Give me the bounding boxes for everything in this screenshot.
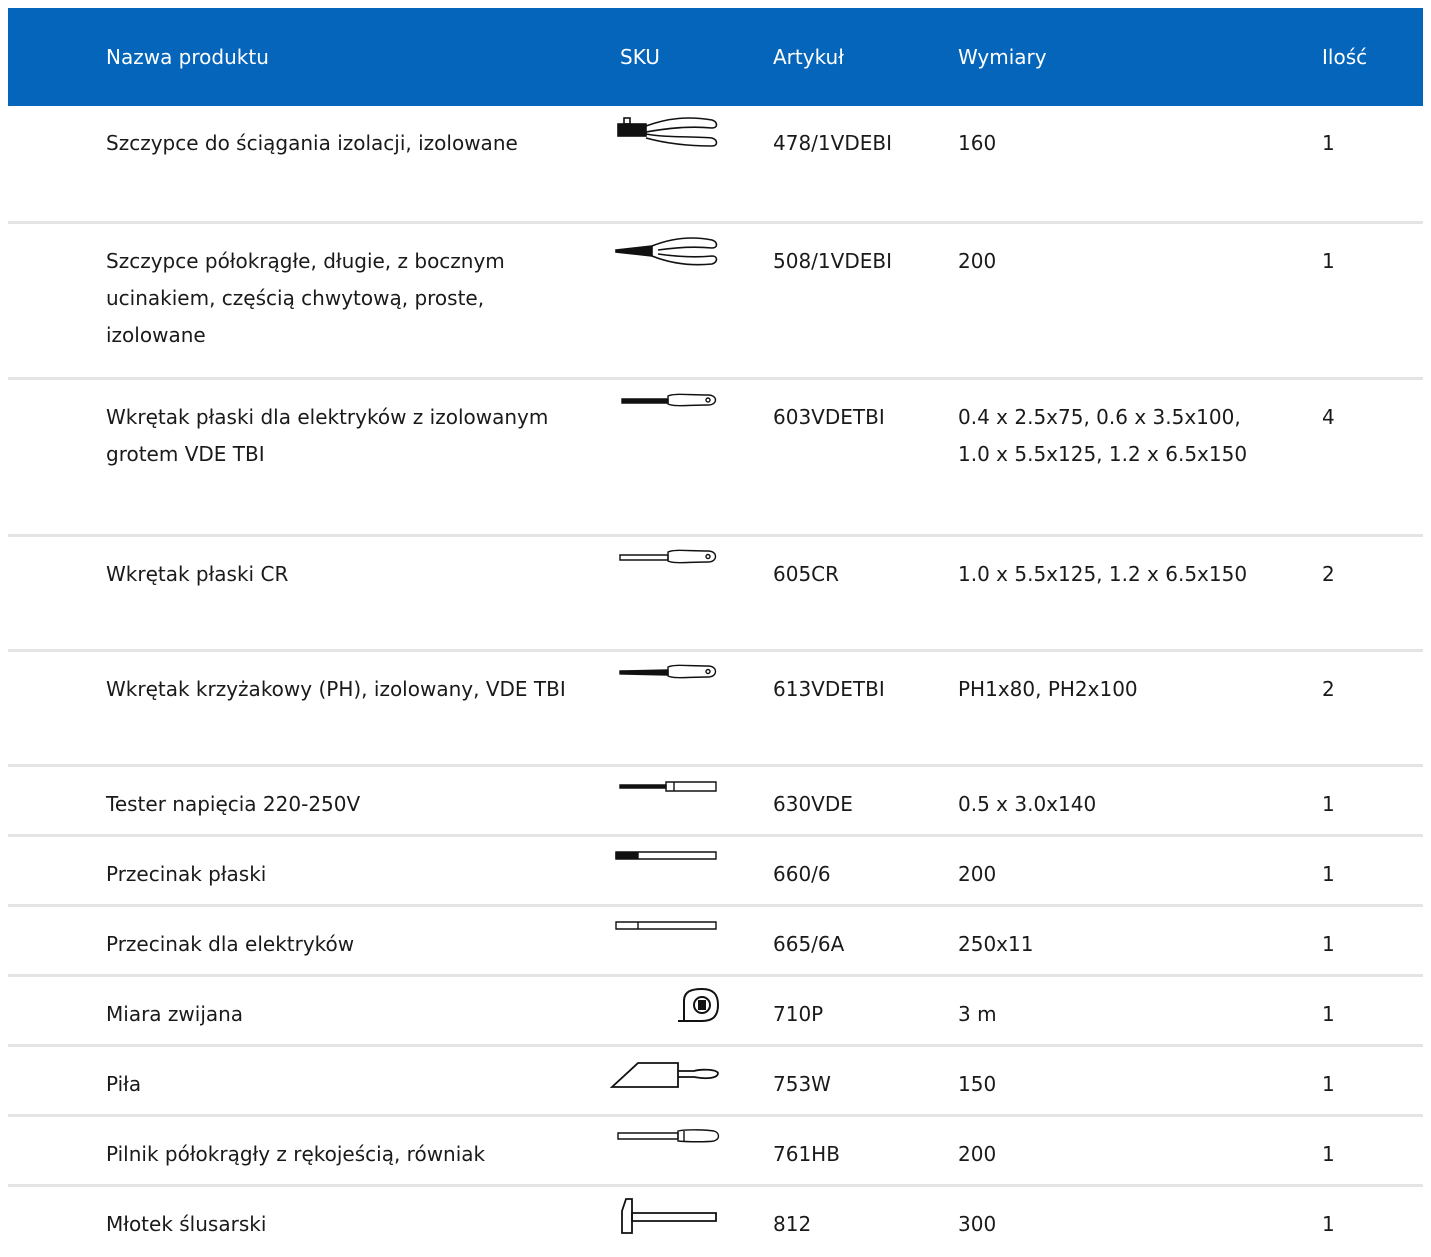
table-row: Tester napięcia 220-250V 630VDE 0.5 x 3.… <box>8 767 1423 837</box>
table-row: Przecinak dla elektryków 665/6A 250x11 1 <box>8 907 1423 977</box>
dimensions: PH1x80, PH2x100 <box>958 677 1138 701</box>
quantity: 2 <box>1322 677 1335 701</box>
dimensions: 250x11 <box>958 932 1034 956</box>
quantity: 1 <box>1322 792 1335 816</box>
table-row: Szczypce półokrągłe, długie, z bocznym u… <box>8 224 1423 380</box>
table-row: Wkrętak płaski CR 605CR 1.0 x 5.5x125, 1… <box>8 537 1423 652</box>
screwdriver-icon <box>608 547 720 587</box>
product-name: Młotek ślusarski <box>106 1212 267 1236</box>
electrician-chisel-icon <box>608 917 720 957</box>
header-name: Nazwa produktu <box>106 45 269 69</box>
dimensions: 300 <box>958 1212 997 1236</box>
article-number: 761HB <box>773 1142 840 1166</box>
wire-stripper-icon <box>608 116 720 156</box>
file-icon <box>608 1127 720 1167</box>
table-row: Miara zwijana 710P 3 m 1 <box>8 977 1423 1047</box>
header-article: Artykuł <box>773 45 844 69</box>
table-row: Wkrętak krzyżakowy (PH), izolowany, VDE … <box>8 652 1423 767</box>
article-number: 603VDETBI <box>773 405 885 429</box>
quantity: 1 <box>1322 932 1335 956</box>
product-name: Przecinak dla elektryków <box>106 932 355 956</box>
quantity: 1 <box>1322 862 1335 886</box>
article-number: 812 <box>773 1212 812 1236</box>
quantity: 2 <box>1322 562 1335 586</box>
dimensions: 150 <box>958 1072 997 1096</box>
quantity: 1 <box>1322 1002 1335 1026</box>
product-name: Miara zwijana <box>106 1002 244 1026</box>
table-header: Nazwa produktu SKU Artykuł Wymiary Ilość <box>8 8 1423 106</box>
article-number: 605CR <box>773 562 840 586</box>
article-number: 613VDETBI <box>773 677 885 701</box>
long-nose-pliers-icon <box>608 234 720 274</box>
dimensions: 1.0 x 5.5x125, 1.2 x 6.5x150 <box>958 562 1248 586</box>
dimensions: 200 <box>958 249 997 273</box>
quantity: 1 <box>1322 249 1335 273</box>
product-name: Wkrętak płaski CR <box>106 562 289 586</box>
product-name: Przecinak płaski <box>106 862 267 886</box>
product-name: Tester napięcia 220-250V <box>106 792 361 816</box>
voltage-tester-icon <box>608 777 720 817</box>
table-row: Młotek ślusarski 812 300 1 <box>8 1187 1423 1257</box>
article-number: 630VDE <box>773 792 853 816</box>
quantity: 1 <box>1322 131 1335 155</box>
table-row: Pilnik półokrągły z rękojeścią, równiak … <box>8 1117 1423 1187</box>
dimensions: 0.4 x 2.5x75, 0.6 x 3.5x100, 1.0 x 5.5x1… <box>958 405 1248 466</box>
article-number: 660/6 <box>773 862 831 886</box>
product-name: Pilnik półokrągły z rękojeścią, równiak <box>106 1142 486 1166</box>
article-number: 710P <box>773 1002 824 1026</box>
product-name: Piła <box>106 1072 142 1096</box>
quantity: 4 <box>1322 405 1335 429</box>
hammer-icon <box>608 1197 720 1237</box>
article-number: 665/6A <box>773 932 845 956</box>
product-name: Wkrętak krzyżakowy (PH), izolowany, VDE … <box>106 677 566 701</box>
article-number: 753W <box>773 1072 831 1096</box>
quantity: 1 <box>1322 1142 1335 1166</box>
phillips-screwdriver-icon <box>608 662 720 702</box>
product-table: Nazwa produktu SKU Artykuł Wymiary Ilość… <box>8 8 1423 1257</box>
dimensions: 200 <box>958 862 997 886</box>
flat-chisel-icon <box>608 847 720 887</box>
article-number: 508/1VDEBI <box>773 249 892 273</box>
saw-icon <box>608 1057 720 1097</box>
article-number: 478/1VDEBI <box>773 131 892 155</box>
table-row: Piła 753W 150 1 <box>8 1047 1423 1117</box>
tape-measure-icon <box>608 987 720 1027</box>
quantity: 1 <box>1322 1212 1335 1236</box>
product-name: Szczypce do ściągania izolacji, izolowan… <box>106 131 518 155</box>
screwdriver-icon <box>608 390 720 430</box>
header-dimensions: Wymiary <box>958 45 1047 69</box>
header-sku: SKU <box>620 45 660 69</box>
dimensions: 160 <box>958 131 997 155</box>
product-name: Szczypce półokrągłe, długie, z bocznym u… <box>106 249 505 347</box>
table-row: Szczypce do ściągania izolacji, izolowan… <box>8 106 1423 224</box>
header-qty: Ilość <box>1322 45 1368 69</box>
dimensions: 3 m <box>958 1002 997 1026</box>
dimensions: 0.5 x 3.0x140 <box>958 792 1097 816</box>
dimensions: 200 <box>958 1142 997 1166</box>
table-row: Przecinak płaski 660/6 200 1 <box>8 837 1423 907</box>
quantity: 1 <box>1322 1072 1335 1096</box>
product-name: Wkrętak płaski dla elektryków z izolowan… <box>106 405 549 466</box>
table-row: Wkrętak płaski dla elektryków z izolowan… <box>8 380 1423 537</box>
